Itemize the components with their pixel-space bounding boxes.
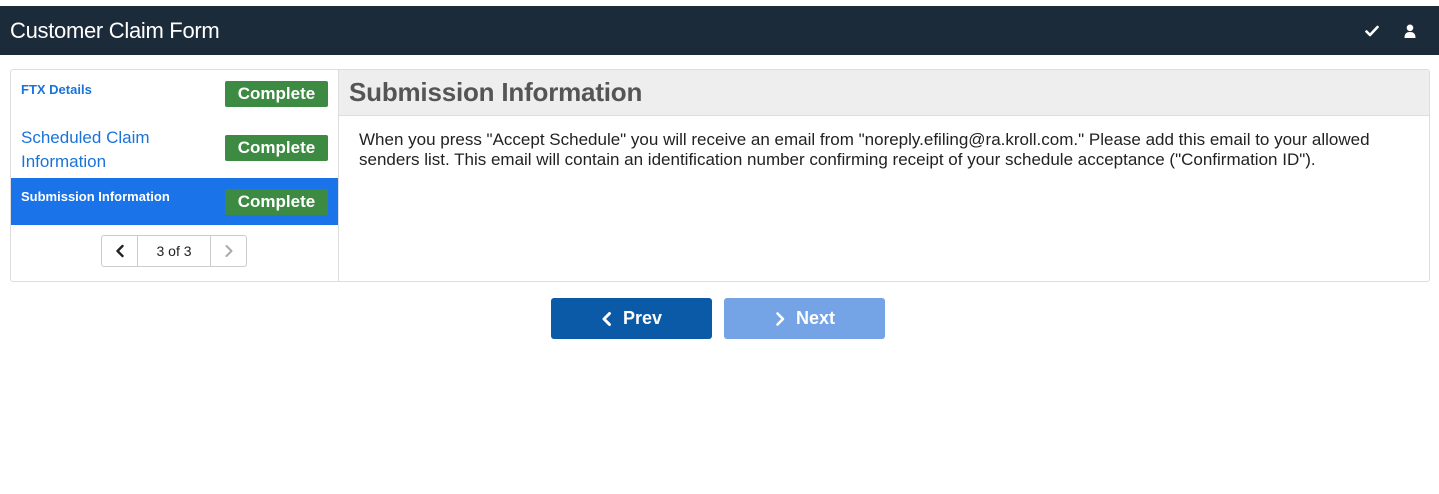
sidebar-item-label: Scheduled Claim Information: [21, 128, 150, 171]
pager: 3 of 3: [101, 235, 247, 267]
chevron-right-icon: [225, 245, 232, 257]
section-title: Submission Information: [349, 77, 643, 107]
claim-panel: FTX Details Complete Scheduled Claim Inf…: [10, 69, 1430, 282]
sidebar-item-label: FTX Details: [21, 82, 92, 97]
content-area: Submission Information When you press "A…: [339, 70, 1429, 281]
app-header: Customer Claim Form: [0, 6, 1439, 55]
next-button-label: Next: [795, 308, 835, 328]
prev-button-label: Prev: [622, 308, 663, 328]
page-title: Customer Claim Form: [10, 17, 220, 43]
header-icons: [1363, 22, 1439, 40]
status-badge: Complete: [225, 81, 328, 107]
chevron-right-icon: [776, 311, 785, 326]
sidebar-item-ftx-details[interactable]: FTX Details Complete: [11, 70, 338, 124]
pager-prev-button[interactable]: [102, 236, 137, 266]
section-body-text: When you press "Accept Schedule" you wil…: [359, 130, 1370, 169]
nav-buttons: Prev Next: [551, 298, 885, 339]
user-icon[interactable]: [1401, 22, 1419, 40]
status-badge: Complete: [225, 189, 328, 215]
sidebar-item-label: Submission Information: [21, 189, 170, 204]
section-header: Submission Information: [339, 70, 1429, 116]
chevron-left-icon: [602, 311, 611, 326]
prev-button[interactable]: Prev: [551, 298, 712, 339]
step-sidebar: FTX Details Complete Scheduled Claim Inf…: [11, 70, 339, 281]
next-button[interactable]: Next: [724, 298, 885, 339]
pager-next-button[interactable]: [211, 236, 246, 266]
check-icon[interactable]: [1363, 22, 1381, 40]
pager-count: 3 of 3: [137, 236, 211, 266]
status-badge: Complete: [225, 135, 328, 161]
chevron-left-icon: [115, 244, 124, 258]
sidebar-item-scheduled-claim-information[interactable]: Scheduled Claim Information Complete: [11, 124, 338, 178]
sidebar-item-submission-information[interactable]: Submission Information Complete: [11, 178, 338, 225]
